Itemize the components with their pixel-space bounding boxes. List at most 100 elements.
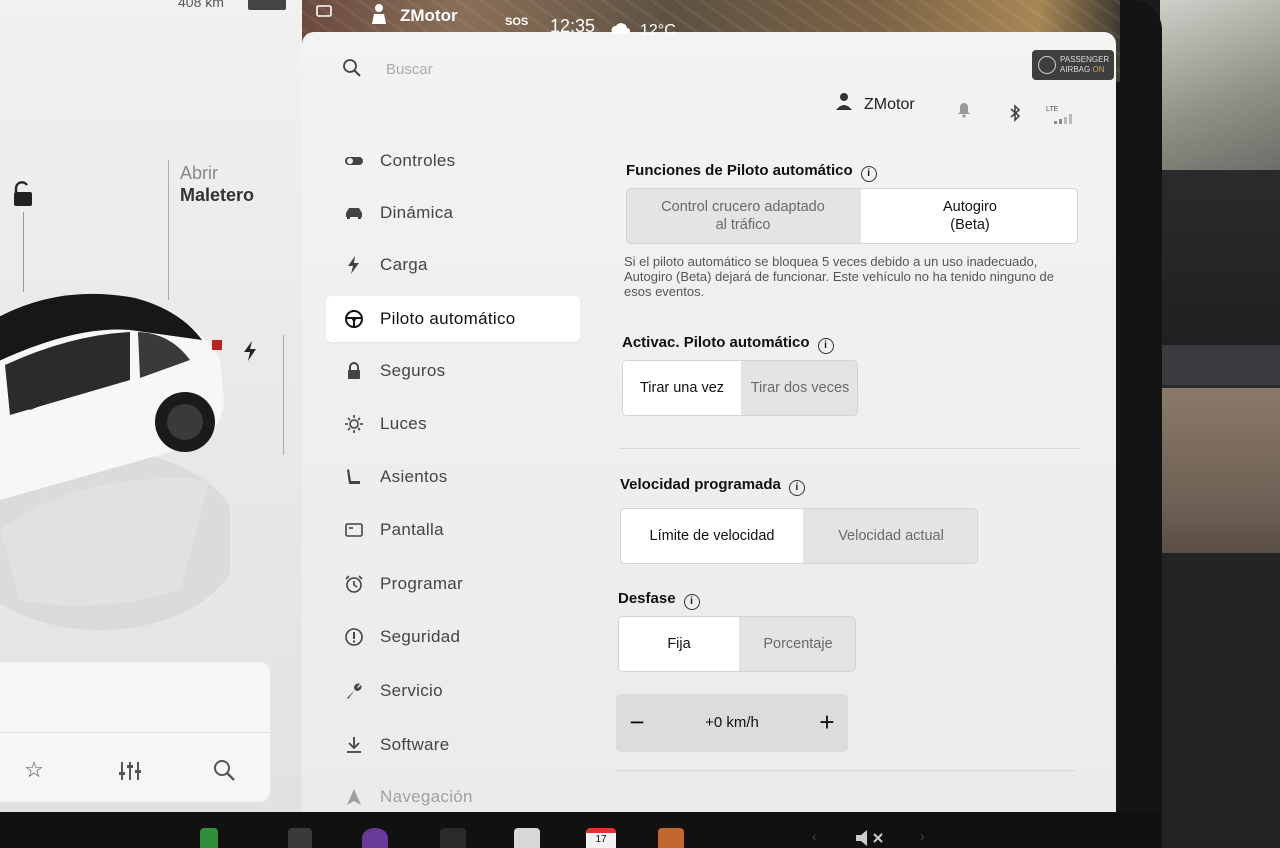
sidebar-item-label: Carga bbox=[380, 255, 428, 274]
sidebar-item-seguros[interactable]: Seguros bbox=[326, 348, 580, 394]
search-input[interactable]: Buscar bbox=[386, 61, 433, 78]
chevron-left-icon[interactable]: ‹ bbox=[812, 828, 826, 848]
settings-search-bar[interactable]: Buscar bbox=[342, 58, 602, 84]
charge-callout-line bbox=[283, 335, 284, 455]
sidebar-item-label: Dinámica bbox=[380, 203, 454, 222]
sidebar-item-pantalla[interactable]: Pantalla bbox=[326, 507, 580, 553]
car-status-panel: 408 km Abrir Maletero ☆ bbox=[0, 0, 302, 812]
search-icon[interactable] bbox=[342, 58, 362, 78]
wrench-icon bbox=[347, 683, 362, 699]
sidebar-item-label: Programar bbox=[380, 574, 464, 593]
sidebar-item-piloto-automatico[interactable]: Piloto automático bbox=[326, 296, 580, 342]
option-percentage[interactable]: Porcentaje bbox=[739, 617, 855, 671]
option-speed-limit[interactable]: Límite de velocidad bbox=[621, 509, 803, 563]
sidebar-item-label: Seguros bbox=[380, 361, 446, 380]
sidebar-item-label: Pantalla bbox=[380, 520, 444, 539]
sidebar-item-dinamica[interactable]: Dinámica bbox=[326, 190, 580, 236]
sidebar-item-asientos[interactable]: Asientos bbox=[326, 454, 580, 500]
option-autosteer-beta[interactable]: Autogiro (Beta) bbox=[861, 189, 1077, 243]
sidebar-item-servicio[interactable]: Servicio bbox=[326, 668, 580, 714]
car-icon bbox=[346, 208, 362, 219]
steering-wheel-icon bbox=[345, 310, 363, 328]
charge-port-icon[interactable] bbox=[240, 340, 260, 362]
alert-circle-icon bbox=[345, 628, 363, 646]
option-label-line1: Autogiro bbox=[942, 199, 997, 215]
autopilot-activation-title: Activac. Piloto automático i bbox=[622, 334, 834, 354]
sidebar-item-controles[interactable]: Controles bbox=[326, 138, 580, 184]
notification-bell-icon[interactable] bbox=[957, 102, 971, 118]
bottom-dock bbox=[0, 812, 1160, 848]
driver-profile-icon[interactable] bbox=[368, 2, 390, 26]
section-title-text: Funciones de Piloto automático bbox=[626, 162, 853, 179]
offset-type-selector: Fija Porcentaje bbox=[618, 616, 856, 672]
lock-status-icon[interactable] bbox=[314, 0, 334, 18]
app-launcher-icon[interactable] bbox=[514, 828, 540, 848]
volume-mute-icon[interactable] bbox=[854, 828, 888, 848]
seat-icon bbox=[347, 469, 360, 484]
option-pull-twice[interactable]: Tirar dos veces bbox=[741, 361, 857, 415]
option-current-speed[interactable]: Velocidad actual bbox=[803, 509, 977, 563]
trunk-label-line2: Maletero bbox=[180, 185, 255, 205]
status-profile-name[interactable]: ZMotor bbox=[400, 6, 458, 26]
sidebar-item-luces[interactable]: Luces bbox=[326, 401, 580, 447]
media-player-card[interactable]: ☆ bbox=[0, 662, 270, 802]
sidebar-item-label: Navegación bbox=[380, 787, 473, 806]
option-traffic-aware-cruise[interactable]: Control crucero adaptado al tráfico bbox=[627, 189, 859, 243]
airbag-line1: PASSENGER bbox=[1060, 55, 1110, 64]
dashboard-top bbox=[1160, 170, 1280, 350]
sidebar-item-programar[interactable]: Programar bbox=[326, 561, 580, 607]
favorite-star-icon[interactable]: ☆ bbox=[20, 756, 48, 784]
sidebar-item-label: Piloto automático bbox=[380, 309, 516, 328]
open-trunk-button[interactable]: Abrir Maletero bbox=[180, 162, 254, 206]
sos-button[interactable]: SOS bbox=[505, 16, 528, 28]
sidebar-item-carga[interactable]: Carga bbox=[326, 242, 580, 288]
sidebar-item-label: Seguridad bbox=[380, 627, 461, 646]
autopilot-features-selector: Control crucero adaptado al tráfico Auto… bbox=[626, 188, 1078, 244]
info-icon[interactable]: i bbox=[788, 480, 805, 496]
bolt-icon bbox=[348, 256, 359, 274]
sidebar-item-label: Controles bbox=[380, 151, 456, 170]
car-dock-icon[interactable] bbox=[200, 828, 218, 848]
wood-trim bbox=[1160, 388, 1280, 553]
toggle-icon bbox=[345, 157, 363, 165]
unlock-icon[interactable] bbox=[10, 180, 36, 210]
passenger-airbag-indicator: PASSENGER AIRBAG ON bbox=[1032, 50, 1114, 80]
section-title-text: Velocidad programada bbox=[620, 476, 781, 493]
camera-dock-icon[interactable] bbox=[440, 828, 466, 848]
sun-icon bbox=[345, 415, 363, 433]
set-speed-title: Velocidad programada i bbox=[620, 476, 805, 496]
battery-icon bbox=[248, 0, 286, 10]
user-profile-name[interactable]: ZMotor bbox=[864, 96, 915, 114]
alarm-clock-icon bbox=[345, 575, 363, 593]
section-title-text: Desfase bbox=[618, 590, 676, 607]
podcast-dock-icon[interactable] bbox=[362, 828, 388, 848]
increase-button[interactable]: + bbox=[812, 708, 842, 738]
user-profile-icon[interactable] bbox=[836, 92, 852, 110]
dashboard-lower bbox=[1160, 553, 1280, 848]
sidebar-item-software[interactable]: Software bbox=[326, 722, 580, 768]
info-icon[interactable]: i bbox=[860, 166, 877, 182]
set-speed-selector: Límite de velocidad Velocidad actual bbox=[620, 508, 978, 564]
signal-bars-icon bbox=[1054, 114, 1072, 124]
info-icon[interactable]: i bbox=[683, 594, 700, 610]
option-fixed[interactable]: Fija bbox=[619, 617, 739, 671]
cellular-signal-icon: LTE bbox=[1046, 106, 1076, 126]
offset-title: Desfase i bbox=[618, 590, 700, 610]
info-icon[interactable]: i bbox=[817, 338, 834, 354]
lte-label: LTE bbox=[1046, 106, 1059, 113]
sidebar-item-seguridad[interactable]: Seguridad bbox=[326, 614, 580, 660]
sidebar-item-label: Asientos bbox=[380, 467, 448, 486]
option-pull-once[interactable]: Tirar una vez bbox=[623, 361, 741, 415]
activation-selector: Tirar una vez Tirar dos veces bbox=[622, 360, 858, 416]
media-search-icon[interactable] bbox=[210, 756, 238, 784]
toybox-dock-icon[interactable] bbox=[658, 828, 684, 848]
equalizer-icon[interactable] bbox=[116, 756, 144, 784]
calendar-dock-icon[interactable]: 17 bbox=[586, 828, 616, 848]
chevron-right-icon[interactable]: › bbox=[920, 828, 934, 848]
climate-dock-icon[interactable] bbox=[288, 828, 312, 848]
autopilot-features-title: Funciones de Piloto automático i bbox=[626, 162, 877, 182]
download-icon bbox=[347, 737, 361, 753]
outside-temperature: 12°C bbox=[640, 22, 676, 39]
window-view bbox=[1160, 0, 1280, 170]
bluetooth-icon[interactable] bbox=[1008, 104, 1022, 122]
